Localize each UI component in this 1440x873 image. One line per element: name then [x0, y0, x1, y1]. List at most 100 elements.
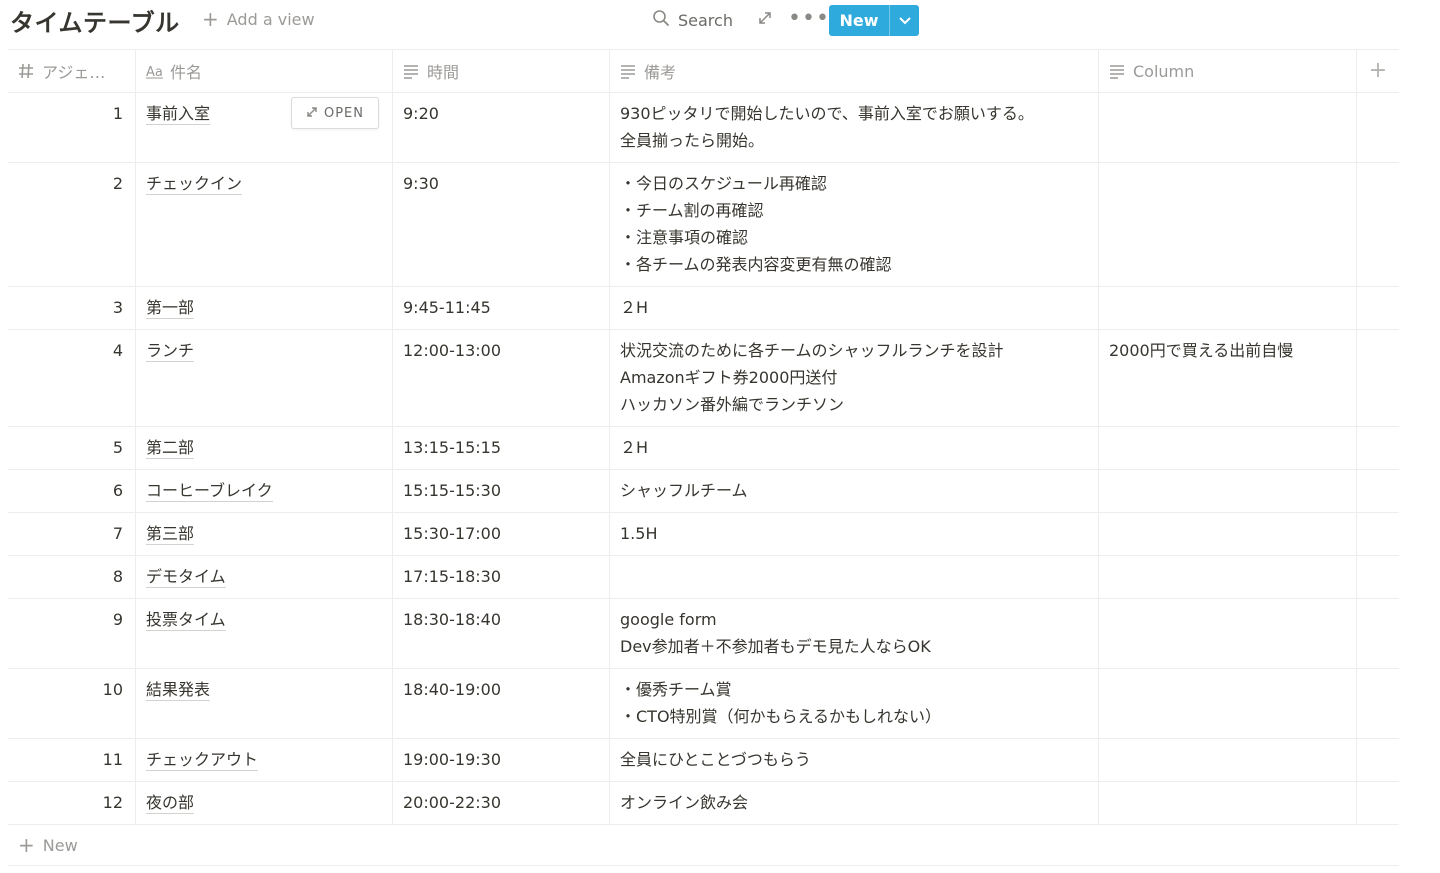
row-title[interactable]: ランチ	[146, 341, 195, 362]
row-title[interactable]: 投票タイム	[146, 610, 226, 631]
title-cell[interactable]: 事前入室 OPEN	[136, 93, 393, 162]
column-cell[interactable]	[1099, 93, 1357, 162]
row-title[interactable]: 第二部	[146, 438, 195, 459]
table-row[interactable]: 3 第一部 9:45-11:45 ２H	[8, 287, 1399, 330]
title-cell[interactable]: チェックイン	[136, 163, 393, 286]
column-cell[interactable]	[1099, 669, 1357, 738]
notes-cell[interactable]: ２H	[610, 427, 1099, 469]
table-row[interactable]: 12 夜の部 20:00-22:30 オンライン飲み会	[8, 782, 1399, 825]
row-title[interactable]: チェックアウト	[146, 750, 259, 771]
new-button[interactable]: New	[829, 5, 919, 36]
column-cell[interactable]	[1099, 782, 1357, 824]
agenda-number-cell[interactable]: 12	[8, 782, 136, 824]
search-button[interactable]: Search	[652, 9, 733, 31]
column-header-time[interactable]: 時間	[393, 50, 610, 92]
notes-cell[interactable]: 930ピッタリで開始したいので、事前入室でお願いする。 全員揃ったら開始。	[610, 93, 1099, 162]
time-cell[interactable]: 17:15-18:30	[393, 556, 610, 598]
add-view-button[interactable]: + Add a view	[202, 9, 315, 29]
time-cell[interactable]: 18:40-19:00	[393, 669, 610, 738]
table-row[interactable]: 4 ランチ 12:00-13:00 状況交流のために各チームのシャッフルランチを…	[8, 330, 1399, 427]
chevron-down-icon[interactable]	[889, 5, 919, 36]
notes-cell[interactable]: ・優秀チーム賞 ・CTO特別賞（何かもらえるかもしれない）	[610, 669, 1099, 738]
agenda-number-cell[interactable]: 6	[8, 470, 136, 512]
column-cell[interactable]	[1099, 556, 1357, 598]
agenda-number-cell[interactable]: 7	[8, 513, 136, 555]
row-title[interactable]: 第三部	[146, 524, 195, 545]
column-header-title[interactable]: Aa 件名	[136, 50, 393, 92]
notes-cell[interactable]: 状況交流のために各チームのシャッフルランチを設計 Amazonギフト券2000円送…	[610, 330, 1099, 426]
agenda-number-cell[interactable]: 1	[8, 93, 136, 162]
row-title[interactable]: 事前入室	[146, 104, 211, 125]
title-cell[interactable]: デモタイム	[136, 556, 393, 598]
notes-cell[interactable]: シャッフルチーム	[610, 470, 1099, 512]
time-cell[interactable]: 19:00-19:30	[393, 739, 610, 781]
table-row[interactable]: 7 第三部 15:30-17:00 1.5H	[8, 513, 1399, 556]
column-cell[interactable]	[1099, 599, 1357, 668]
agenda-number-cell[interactable]: 9	[8, 599, 136, 668]
title-cell[interactable]: 夜の部	[136, 782, 393, 824]
title-cell[interactable]: チェックアウト	[136, 739, 393, 781]
table-row[interactable]: 8 デモタイム 17:15-18:30	[8, 556, 1399, 599]
row-title[interactable]: デモタイム	[146, 567, 226, 588]
time-cell[interactable]: 12:00-13:00	[393, 330, 610, 426]
column-cell[interactable]	[1099, 470, 1357, 512]
table-row[interactable]: 10 結果発表 18:40-19:00 ・優秀チーム賞 ・CTO特別賞（何かもらえ…	[8, 669, 1399, 739]
row-title[interactable]: 夜の部	[146, 793, 195, 814]
notes-cell[interactable]: 1.5H	[610, 513, 1099, 555]
column-cell[interactable]	[1099, 287, 1357, 329]
title-cell[interactable]: コーヒーブレイク	[136, 470, 393, 512]
column-cell[interactable]	[1099, 427, 1357, 469]
more-options-icon[interactable]: •••	[788, 6, 830, 31]
agenda-number-cell[interactable]: 4	[8, 330, 136, 426]
open-row-button[interactable]: OPEN	[291, 97, 379, 129]
agenda-number-cell[interactable]: 5	[8, 427, 136, 469]
notes-cell[interactable]: ・今日のスケジュール再確認 ・チーム割の再確認 ・注意事項の確認 ・各チームの発表内容…	[610, 163, 1099, 286]
title-cell[interactable]: 投票タイム	[136, 599, 393, 668]
column-cell[interactable]	[1099, 739, 1357, 781]
notes-cell[interactable]	[610, 556, 1099, 598]
time-cell[interactable]: 9:30	[393, 163, 610, 286]
agenda-number-cell[interactable]: 3	[8, 287, 136, 329]
notes-cell[interactable]: ２H	[610, 287, 1099, 329]
row-title[interactable]: 第一部	[146, 298, 195, 319]
row-title[interactable]: コーヒーブレイク	[146, 481, 273, 502]
time-cell[interactable]: 9:45-11:45	[393, 287, 610, 329]
column-header-notes[interactable]: 備考	[610, 50, 1099, 92]
table-row[interactable]: 9 投票タイム 18:30-18:40 google form Dev参加者＋不参…	[8, 599, 1399, 669]
title-cell[interactable]: 第二部	[136, 427, 393, 469]
row-title[interactable]: チェックイン	[146, 174, 243, 195]
column-header-column[interactable]: Column	[1099, 50, 1357, 92]
notes-cell[interactable]: オンライン飲み会	[610, 782, 1099, 824]
table-row[interactable]: 2 チェックイン 9:30 ・今日のスケジュール再確認 ・チーム割の再確認 ・注意事…	[8, 163, 1399, 287]
database-title[interactable]: タイムテーブル	[10, 3, 180, 38]
title-cell[interactable]: 第一部	[136, 287, 393, 329]
column-cell[interactable]	[1099, 513, 1357, 555]
table-row[interactable]: 5 第二部 13:15-15:15 ２H	[8, 427, 1399, 470]
agenda-number-cell[interactable]: 2	[8, 163, 136, 286]
time-cell[interactable]: 13:15-15:15	[393, 427, 610, 469]
agenda-number-cell[interactable]: 8	[8, 556, 136, 598]
time-cell[interactable]: 15:15-15:30	[393, 470, 610, 512]
time-cell[interactable]: 15:30-17:00	[393, 513, 610, 555]
column-cell[interactable]	[1099, 163, 1357, 286]
notes-cell[interactable]: google form Dev参加者＋不参加者もデモ見た人ならOK	[610, 599, 1099, 668]
title-cell[interactable]: 第三部	[136, 513, 393, 555]
table-row[interactable]: 11 チェックアウト 19:00-19:30 全員にひとことづつもらう	[8, 739, 1399, 782]
title-cell[interactable]: ランチ	[136, 330, 393, 426]
expand-icon[interactable]	[756, 9, 774, 31]
column-cell[interactable]: 2000円で買える出前自慢	[1099, 330, 1357, 426]
notes-cell[interactable]: 全員にひとことづつもらう	[610, 739, 1099, 781]
column-header-agenda[interactable]: アジェ…	[8, 50, 136, 92]
agenda-number-cell[interactable]: 11	[8, 739, 136, 781]
title-cell[interactable]: 結果発表	[136, 669, 393, 738]
table-row[interactable]: 6 コーヒーブレイク 15:15-15:30 シャッフルチーム	[8, 470, 1399, 513]
add-property-button[interactable]: +	[1357, 50, 1399, 92]
row-title[interactable]: 結果発表	[146, 680, 211, 701]
time-cell[interactable]: 18:30-18:40	[393, 599, 610, 668]
agenda-number-cell[interactable]: 10	[8, 669, 136, 738]
table-row[interactable]: 1 事前入室 OPEN 9:20 930ピッタリで開始したいので、事前入室でお願…	[8, 93, 1399, 163]
time-cell[interactable]: 9:20	[393, 93, 610, 162]
new-button-label[interactable]: New	[829, 5, 889, 36]
time-cell[interactable]: 20:00-22:30	[393, 782, 610, 824]
add-row-button[interactable]: + New	[8, 825, 1399, 866]
